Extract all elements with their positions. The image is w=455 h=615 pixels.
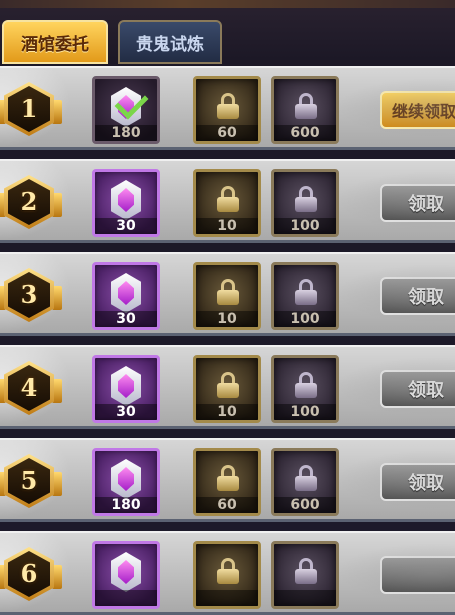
reward-quantity: 60 — [196, 125, 258, 141]
padlock-icon — [217, 558, 239, 584]
rank-badge: 4 — [0, 359, 62, 417]
reward-quantity: 10 — [196, 218, 258, 234]
padlock-icon — [217, 372, 239, 398]
reward-slot-gem[interactable]: 180 — [92, 448, 160, 516]
rank-badge: 1 — [0, 80, 62, 138]
tab-tavern-commission[interactable]: 酒馆委托 — [2, 20, 108, 64]
rank-number: 3 — [20, 280, 38, 309]
purple-gem-icon — [111, 180, 141, 220]
reward-quantity: 600 — [274, 125, 336, 141]
reward-quantity: 600 — [274, 497, 336, 513]
purple-gem-icon — [111, 366, 141, 406]
padlock-icon — [217, 465, 239, 491]
reward-row: 2 30 10 100 领取 — [0, 159, 455, 243]
claim-button[interactable] — [380, 556, 455, 594]
padlock-icon — [295, 465, 317, 491]
reward-quantity: 100 — [274, 218, 336, 234]
reward-quantity: 10 — [196, 404, 258, 420]
reward-slot-locked[interactable]: 60 — [193, 76, 261, 144]
reward-quantity: 100 — [274, 311, 336, 327]
rank-badge: 6 — [0, 545, 62, 603]
reward-slot-locked[interactable]: 10 — [193, 169, 261, 237]
reward-quantity: 60 — [196, 497, 258, 513]
padlock-icon — [295, 186, 317, 212]
padlock-icon — [217, 186, 239, 212]
reward-row: 4 30 10 100 领取 — [0, 345, 455, 429]
reward-row: 5 180 60 600 领取 — [0, 438, 455, 522]
reward-quantity: 180 — [95, 497, 157, 513]
reward-row: 1 180 60 600 继续领取 — [0, 66, 455, 150]
rank-number: 1 — [20, 94, 38, 123]
reward-quantity: 100 — [274, 404, 336, 420]
reward-quantity: 180 — [95, 125, 157, 141]
purple-gem-icon — [111, 273, 141, 313]
reward-quantity — [196, 590, 258, 606]
reward-slot-gem[interactable]: 30 — [92, 355, 160, 423]
tab-noble-ghost-trial[interactable]: 贵鬼试炼 — [118, 20, 222, 64]
rank-number: 2 — [20, 187, 38, 216]
tab-bar: 酒馆委托 贵鬼试炼 — [0, 0, 455, 64]
reward-slot-locked[interactable]: 600 — [271, 76, 339, 144]
reward-quantity: 30 — [95, 218, 157, 234]
reward-slot-locked[interactable]: 10 — [193, 355, 261, 423]
reward-slot-gem[interactable] — [92, 541, 160, 609]
reward-slot-locked[interactable]: 60 — [193, 448, 261, 516]
reward-slot-gem[interactable]: 180 — [92, 76, 160, 144]
reward-quantity — [274, 590, 336, 606]
claim-button[interactable]: 领取 — [380, 277, 455, 315]
reward-slot-locked[interactable]: 10 — [193, 262, 261, 330]
padlock-icon — [217, 279, 239, 305]
purple-gem-icon — [111, 459, 141, 499]
reward-slot-locked[interactable] — [271, 541, 339, 609]
continue-claim-button[interactable]: 继续领取 — [380, 91, 455, 129]
claim-button[interactable]: 领取 — [380, 370, 455, 408]
reward-quantity — [95, 590, 157, 606]
claim-button[interactable]: 领取 — [380, 463, 455, 501]
padlock-icon — [295, 279, 317, 305]
reward-quantity: 30 — [95, 311, 157, 327]
reward-slot-locked[interactable]: 600 — [271, 448, 339, 516]
top-frame-strip — [0, 0, 455, 8]
padlock-icon — [217, 93, 239, 119]
rank-badge: 2 — [0, 173, 62, 231]
rank-number: 4 — [20, 373, 38, 402]
reward-slot-gem[interactable]: 30 — [92, 262, 160, 330]
rank-badge: 3 — [0, 266, 62, 324]
reward-slot-gem[interactable]: 30 — [92, 169, 160, 237]
reward-slot-locked[interactable]: 100 — [271, 355, 339, 423]
padlock-icon — [295, 93, 317, 119]
reward-quantity: 10 — [196, 311, 258, 327]
reward-row: 6 — [0, 531, 455, 615]
reward-row: 3 30 10 100 领取 — [0, 252, 455, 336]
claim-button[interactable]: 领取 — [380, 184, 455, 222]
padlock-icon — [295, 372, 317, 398]
purple-gem-icon — [111, 552, 141, 592]
rank-number: 5 — [20, 466, 38, 495]
reward-slot-locked[interactable] — [193, 541, 261, 609]
padlock-icon — [295, 558, 317, 584]
reward-slot-locked[interactable]: 100 — [271, 169, 339, 237]
reward-quantity: 30 — [95, 404, 157, 420]
reward-slot-locked[interactable]: 100 — [271, 262, 339, 330]
rank-badge: 5 — [0, 452, 62, 510]
rank-number: 6 — [20, 559, 38, 588]
